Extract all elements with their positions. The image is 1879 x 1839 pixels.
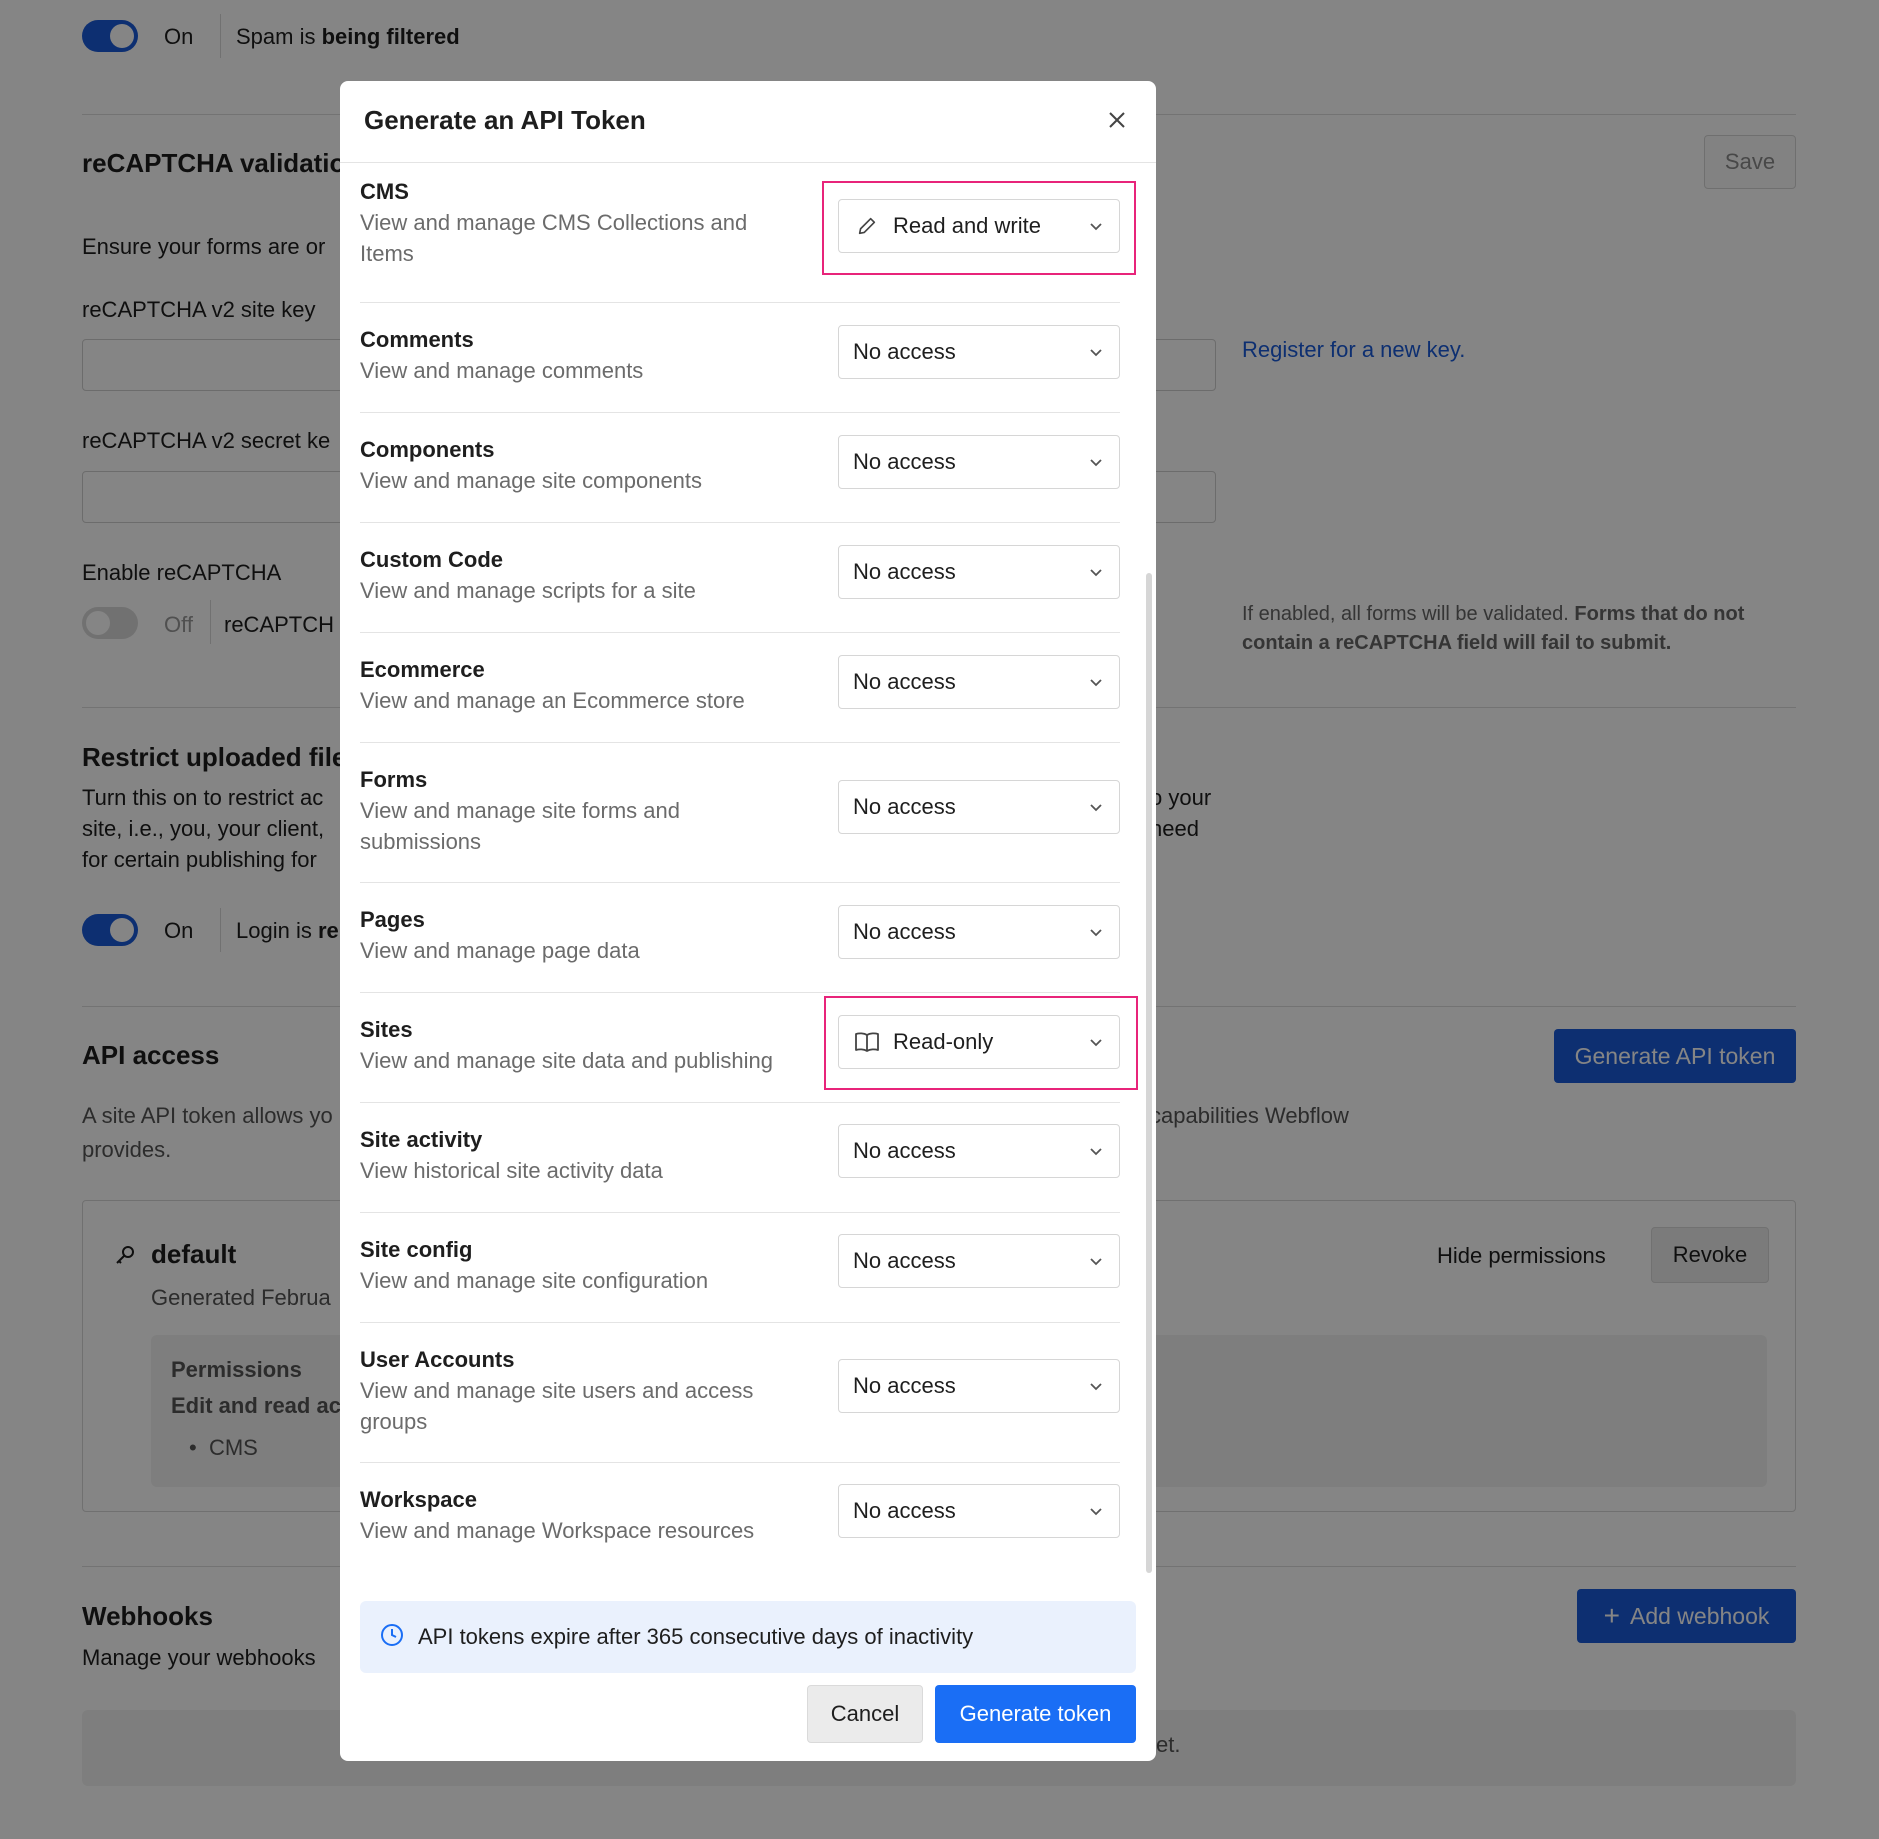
access-level-select-custom-code[interactable]: No access: [838, 545, 1120, 599]
permission-description: View and manage site components: [360, 468, 703, 493]
chevron-down-icon: [1087, 923, 1105, 941]
permission-row-pages: Pages View and manage page data No access: [360, 883, 1120, 993]
access-level-value: No access: [853, 339, 956, 364]
permission-description: View and manage site configuration: [360, 1268, 709, 1293]
permission-name: Workspace: [360, 1487, 477, 1512]
access-level-select-pages[interactable]: No access: [838, 905, 1120, 959]
chevron-down-icon: [1087, 673, 1105, 691]
permission-description: View and manage site forms and submissio…: [360, 798, 680, 854]
permission-name: Pages: [360, 907, 425, 932]
permission-name: Components: [360, 437, 495, 462]
access-level-select-workspace[interactable]: No access: [838, 1484, 1120, 1538]
permission-name: Custom Code: [360, 547, 503, 572]
access-level-select-ecommerce[interactable]: No access: [838, 655, 1120, 709]
permission-name: Site activity: [360, 1127, 483, 1152]
access-level-select-forms[interactable]: No access: [838, 780, 1120, 834]
permission-name: Site config: [360, 1237, 473, 1262]
access-level-value: No access: [853, 1498, 956, 1523]
permission-row-ecommerce: Ecommerce View and manage an Ecommerce st…: [360, 633, 1120, 743]
permission-row-workspace: Workspace View and manage Workspace resou…: [360, 1463, 1120, 1573]
permission-description: View and manage an Ecommerce store: [360, 688, 745, 713]
access-level-value: No access: [853, 1248, 956, 1273]
permission-description: View and manage Workspace resources: [360, 1518, 755, 1543]
cancel-button[interactable]: Cancel: [807, 1685, 923, 1743]
permission-name: User Accounts: [360, 1347, 515, 1372]
access-level-select-components[interactable]: No access: [838, 435, 1120, 489]
permission-name: Forms: [360, 767, 428, 792]
chevron-down-icon: [1087, 1502, 1105, 1520]
permission-description: View and manage scripts for a site: [360, 578, 696, 603]
close-icon: [1108, 111, 1126, 134]
permission-row-site-activity: Site activity View historical site activi…: [360, 1103, 1120, 1213]
generate-token-button[interactable]: Generate token: [935, 1685, 1136, 1743]
permission-row-custom-code: Custom Code View and manage scripts for a…: [360, 523, 1120, 633]
permission-row-forms: Forms View and manage site forms and subm…: [360, 743, 1120, 883]
permission-description: View and manage comments: [360, 358, 644, 383]
permission-name: Sites: [360, 1017, 413, 1042]
chevron-down-icon: [1087, 798, 1105, 816]
highlight-box-cms: [822, 181, 1136, 275]
chevron-down-icon: [1087, 1142, 1105, 1160]
access-level-select-site-activity[interactable]: No access: [838, 1124, 1120, 1178]
access-level-value: No access: [853, 794, 956, 819]
expiry-notice: API tokens expire after 365 consecutive …: [360, 1601, 1136, 1673]
permission-row-site-config: Site config View and manage site configur…: [360, 1213, 1120, 1323]
permission-row-components: Components View and manage site component…: [360, 413, 1120, 523]
dialog-title: Generate an API Token: [364, 105, 646, 135]
permission-description: View and manage page data: [360, 938, 640, 963]
permission-row-comments: Comments View and manage comments No acces…: [360, 303, 1120, 413]
close-button[interactable]: [1100, 105, 1134, 139]
chevron-down-icon: [1087, 1252, 1105, 1270]
chevron-down-icon: [1087, 1377, 1105, 1395]
permission-description: View and manage CMS Collections and Item…: [360, 210, 748, 266]
access-level-value: No access: [853, 1373, 956, 1398]
access-level-select-comments[interactable]: No access: [838, 325, 1120, 379]
access-level-value: No access: [853, 559, 956, 584]
permission-description: View and manage site users and access gr…: [360, 1378, 754, 1434]
permission-name: CMS: [360, 179, 409, 204]
permission-description: View and manage site data and publishing: [360, 1048, 774, 1073]
chevron-down-icon: [1087, 453, 1105, 471]
access-level-value: No access: [853, 669, 956, 694]
access-level-value: No access: [853, 1138, 956, 1163]
clock-icon: [380, 1623, 404, 1652]
chevron-down-icon: [1087, 563, 1105, 581]
generate-api-token-dialog: Generate an API Token CMS View and manage…: [340, 81, 1156, 1761]
permission-name: Ecommerce: [360, 657, 485, 682]
permission-description: View historical site activity data: [360, 1158, 663, 1183]
permission-row-user-accounts: User Accounts View and manage site users …: [360, 1323, 1120, 1463]
chevron-down-icon: [1087, 343, 1105, 361]
scrollbar[interactable]: [1146, 573, 1152, 1573]
access-level-value: No access: [853, 449, 956, 474]
access-level-value: No access: [853, 919, 956, 944]
access-level-select-user-accounts[interactable]: No access: [838, 1359, 1120, 1413]
access-level-select-site-config[interactable]: No access: [838, 1234, 1120, 1288]
dialog-header: Generate an API Token: [340, 81, 1156, 163]
permission-name: Comments: [360, 327, 474, 352]
highlight-box-sites: [824, 996, 1138, 1090]
expiry-notice-text: API tokens expire after 365 consecutive …: [418, 1624, 974, 1649]
